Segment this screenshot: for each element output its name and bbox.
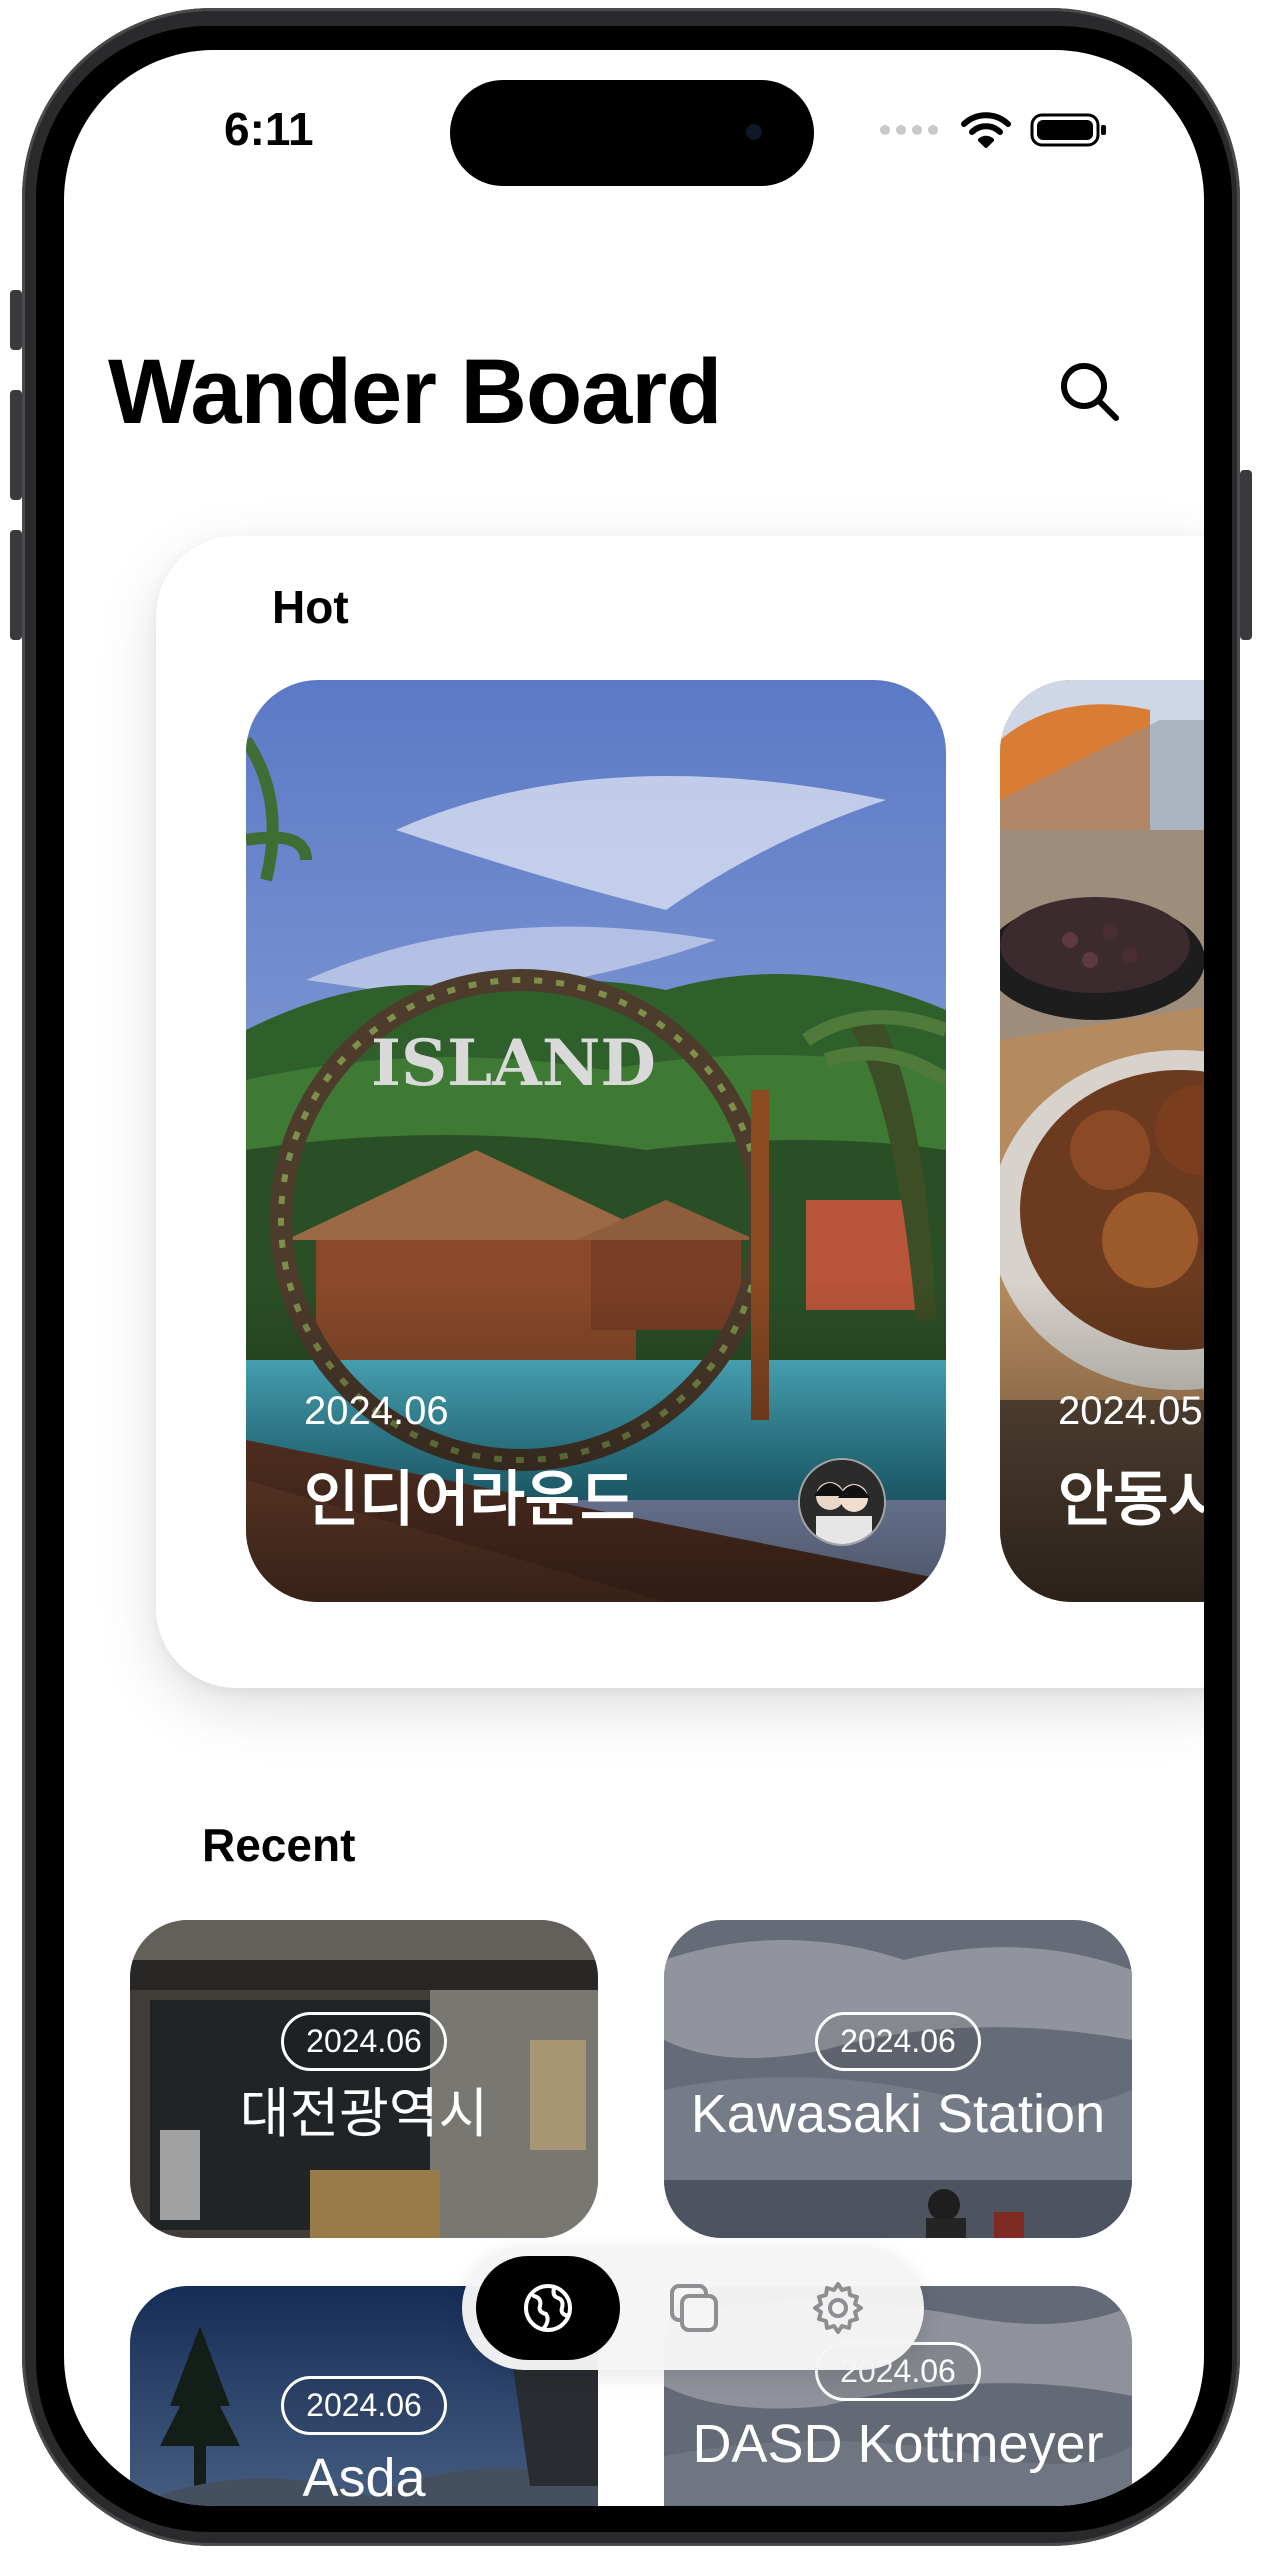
hot-section-label: Hot xyxy=(272,581,349,633)
screen: 6:11 Wander Board Hot ISLAND 2024.06 인디어… xyxy=(64,50,1204,2506)
hot-card-1-shade xyxy=(246,1282,946,1602)
page-title: Wander Board xyxy=(108,341,722,443)
recent-card-1[interactable]: 2024.06 대전광역시 xyxy=(130,1920,598,2238)
hot-card-1-date: 2024.06 xyxy=(304,1389,449,1433)
recent-card-2-date: 2024.06 xyxy=(815,2012,981,2072)
hot-card-1[interactable]: ISLAND 2024.06 인디어라운드 xyxy=(246,680,946,1602)
status-icons xyxy=(880,110,1108,150)
recent-card-2-title: Kawasaki Station xyxy=(690,2084,1106,2145)
battery-icon xyxy=(1030,113,1106,147)
status-time: 6:11 xyxy=(224,103,314,155)
dynamic-island xyxy=(450,80,814,186)
camera-icon xyxy=(746,124,762,140)
gear-icon xyxy=(813,2282,863,2334)
wifi-icon xyxy=(961,112,1011,148)
recent-card-1-content: 2024.06 대전광역시 xyxy=(130,1920,598,2238)
power-button xyxy=(1240,470,1252,640)
volume-down-button xyxy=(10,530,22,640)
tab-explore[interactable] xyxy=(476,2256,620,2360)
recent-card-2[interactable]: 2024.06 Kawasaki Station xyxy=(664,1920,1132,2238)
hot-card-2-date: 2024.05 xyxy=(1058,1389,1203,1433)
ring-switch xyxy=(10,290,22,350)
recent-card-2-content: 2024.06 Kawasaki Station xyxy=(664,1920,1132,2238)
hot-card-2-title: 안동시 xyxy=(1058,1466,1204,1533)
tab-bar xyxy=(462,2246,924,2370)
hot-card-2[interactable]: 2024.05 안동시 xyxy=(1000,680,1204,1602)
globe-icon xyxy=(524,2284,572,2332)
recent-section-label: Recent xyxy=(202,1819,356,1871)
cellular-signal-icon xyxy=(880,125,938,135)
search-icon xyxy=(1061,363,1119,421)
stack-icon xyxy=(670,2284,718,2332)
recent-card-3-date: 2024.06 xyxy=(281,2376,447,2435)
recent-card-4-title: DASD Kottmeyer xyxy=(692,2414,1104,2474)
hot-card-2-shade xyxy=(1000,1282,1204,1602)
tab-collections[interactable] xyxy=(622,2256,766,2360)
search-button[interactable] xyxy=(1054,356,1124,426)
tab-settings[interactable] xyxy=(766,2256,910,2360)
avatar xyxy=(798,1458,886,1546)
recent-card-3-title: Asda xyxy=(302,2448,426,2506)
recent-card-1-title: 대전광역시 xyxy=(239,2084,489,2145)
volume-up-button xyxy=(10,390,22,500)
hot-card-1-title: 인디어라운드 xyxy=(304,1466,636,1533)
recent-card-1-date: 2024.06 xyxy=(281,2012,447,2072)
island-sign-text: ISLAND xyxy=(371,1026,656,1101)
